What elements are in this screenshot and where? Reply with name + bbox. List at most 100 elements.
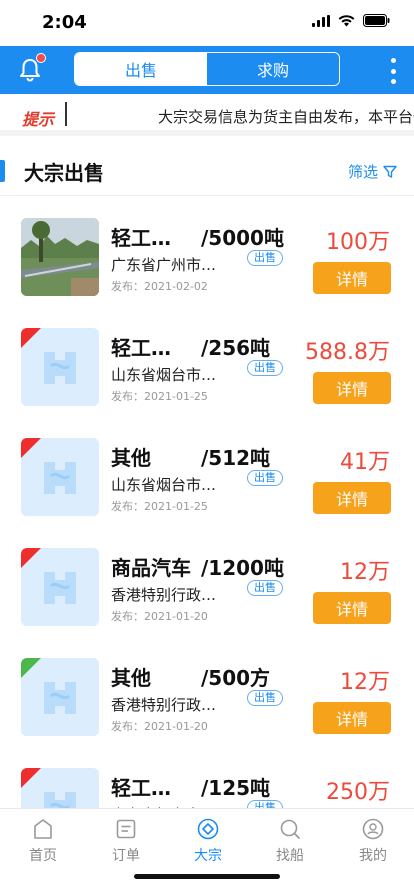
listing-price: 250万 xyxy=(326,780,390,805)
listing-item[interactable]: 轻工…/125吨山东省烟台市…出售发布：2021-01-20250万详情 xyxy=(0,746,414,808)
status-time: 2:04 xyxy=(42,12,87,33)
listing-date: 发布：2021-01-25 xyxy=(111,390,208,403)
listing-item[interactable]: 其他/512吨山东省烟台市… 出售发布：2021-01-25 41万详情 xyxy=(0,416,414,526)
listing-price: 41万 xyxy=(340,450,390,475)
tab-sell[interactable]: 出售 xyxy=(75,53,207,85)
listing-date: 发布：2021-01-25 xyxy=(111,500,208,513)
listing-title: 轻工… /125吨 xyxy=(111,772,270,801)
listing-type-badge: 出售 xyxy=(247,360,283,376)
sale-corner-flag xyxy=(21,438,41,458)
filter-icon xyxy=(383,165,397,178)
listing-quantity: /125吨 xyxy=(201,776,271,800)
listing-cargo-name: 其他 xyxy=(111,666,151,690)
listing-cargo-name: 轻工… xyxy=(111,776,171,800)
signal-icon xyxy=(312,14,330,27)
sale-corner-flag xyxy=(21,658,41,678)
listing-location: 香港特别行政… xyxy=(111,696,217,714)
listing-quantity: /500方 xyxy=(201,666,271,690)
sale-corner-flag xyxy=(21,328,41,348)
sale-corner-flag xyxy=(21,548,41,568)
wifi-icon xyxy=(338,14,355,26)
status-icons xyxy=(312,14,390,27)
tab-bulk[interactable]: 大宗 xyxy=(178,817,238,865)
listing-location: 香港特别行政… xyxy=(111,586,217,604)
battery-icon xyxy=(363,14,390,27)
listing-location: 山东省烟台市… xyxy=(111,366,217,384)
bulk-icon xyxy=(197,818,219,840)
listing-quantity: /512吨 xyxy=(201,446,271,470)
tab-home[interactable]: 首页 xyxy=(13,817,73,865)
listing-price: 100万 xyxy=(326,230,390,255)
listing-location: 广东省广州市… xyxy=(111,256,217,274)
tab-home-label: 首页 xyxy=(29,848,57,864)
more-menu-icon[interactable] xyxy=(390,58,396,84)
notice-text: 大宗交易信息为货主自由发布，本平台仅提供信息展示服务 xyxy=(158,108,414,126)
listing-price: 12万 xyxy=(340,560,390,585)
listing-date: 发布：2021-01-20 xyxy=(111,720,208,733)
listing-quantity: /1200吨 xyxy=(201,556,284,580)
find-ship-icon xyxy=(280,819,300,839)
listing-thumbnail[interactable] xyxy=(21,438,99,516)
listing-thumbnail[interactable] xyxy=(21,768,99,808)
tab-orders[interactable]: 订单 xyxy=(96,817,156,865)
top-nav-bar: 出售 求购 xyxy=(0,46,414,94)
detail-button[interactable]: 详情 xyxy=(313,372,391,404)
listing-type-badge: 出售 xyxy=(247,800,283,808)
detail-button[interactable]: 详情 xyxy=(313,592,391,624)
listing-item[interactable]: 其他/500方香港特别行政… 出售发布：2021-01-20 12万详情 xyxy=(0,636,414,746)
listing-thumbnail[interactable] xyxy=(21,548,99,626)
listing-quantity: /5000吨 xyxy=(201,226,284,250)
tab-bulk-label: 大宗 xyxy=(194,848,222,864)
bottom-tab-bar: 首页 订单 大宗 找船 我的 xyxy=(0,808,414,896)
listing-item[interactable]: 轻工… /5000吨广东省广州市… 出售发布：2021-02-02 100万详情 xyxy=(0,196,414,306)
listing-title: 其他/512吨 xyxy=(111,442,270,471)
listing-date: 发布：2021-01-20 xyxy=(111,610,208,623)
tab-find-ship[interactable]: 找船 xyxy=(260,817,320,865)
home-indicator xyxy=(134,874,280,879)
filter-button[interactable]: 筛选 xyxy=(348,161,398,182)
status-bar: 2:04 xyxy=(0,0,414,46)
tab-buy[interactable]: 求购 xyxy=(207,53,339,85)
notice-tag: 提示 xyxy=(22,110,55,129)
notice-bar: 提示 大宗交易信息为货主自由发布，本平台仅提供信息展示服务 xyxy=(0,94,414,136)
section-title: 大宗出售 xyxy=(24,161,104,185)
listing-cargo-name: 商品汽车 xyxy=(111,556,191,580)
tab-profile-label: 我的 xyxy=(359,848,387,864)
notice-divider xyxy=(65,102,67,126)
listing-list: 轻工…/5000吨 广东省广州市… 出售 发布：2021-02-02 100万 详情 轻工…… xyxy=(0,196,414,808)
listing-date: 发布：2021-02-02 xyxy=(111,280,208,293)
listing-cargo-name: 其他 xyxy=(111,446,151,470)
listing-title: 轻工… /256吨 xyxy=(111,332,270,361)
detail-button[interactable]: 详情 xyxy=(313,482,391,514)
listing-thumbnail[interactable] xyxy=(21,658,99,736)
listing-type-badge: 出售 xyxy=(247,690,283,706)
listing-item[interactable]: 商品汽车/1200吨 香港特别行政… 出售 发布：2021-01-20 12万 详情 xyxy=(0,526,414,636)
listing-title: 轻工… /5000吨 xyxy=(111,222,284,251)
order-icon xyxy=(116,819,136,839)
tab-orders-label: 订单 xyxy=(112,848,140,864)
listing-type-badge: 出售 xyxy=(247,250,283,266)
listing-title: 商品汽车/1200吨 xyxy=(111,552,284,581)
notice-marquee: 大宗交易信息为货主自由发布，本平台仅提供信息展示服务 xyxy=(70,94,414,130)
listing-location: 山东省烟台市… xyxy=(111,476,217,494)
tab-profile[interactable]: 我的 xyxy=(343,817,403,865)
listing-cargo-name: 轻工… xyxy=(111,226,171,250)
profile-icon xyxy=(362,818,384,840)
home-icon xyxy=(34,819,52,839)
sale-corner-flag xyxy=(21,768,41,788)
listing-thumbnail[interactable] xyxy=(21,218,99,296)
listing-type-badge: 出售 xyxy=(247,470,283,486)
listing-cargo-name: 轻工… xyxy=(111,336,171,360)
filter-label: 筛选 xyxy=(347,163,378,181)
detail-button[interactable]: 详情 xyxy=(313,702,391,734)
detail-button[interactable]: 详情 xyxy=(313,262,391,294)
listing-price: 588.8万 xyxy=(305,340,390,365)
listing-thumbnail[interactable] xyxy=(21,328,99,406)
listing-item[interactable]: 轻工… /256吨山东省烟台市… 出售发布：2021-01-25 588.8万详情 xyxy=(0,306,414,416)
section-header: 大宗出售 筛选 xyxy=(0,142,414,196)
section-accent-bar xyxy=(0,160,5,182)
notification-dot xyxy=(36,53,46,63)
listing-title: 其他/500方 xyxy=(111,662,270,691)
listing-price: 12万 xyxy=(340,670,390,695)
listing-quantity: /256吨 xyxy=(201,336,271,360)
